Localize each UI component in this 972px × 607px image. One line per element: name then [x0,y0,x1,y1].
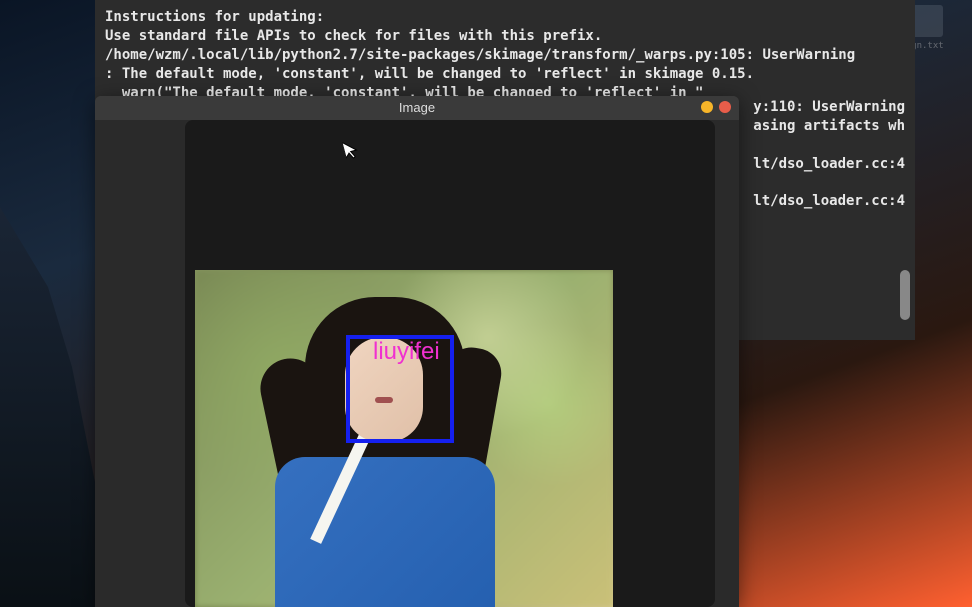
image-content-area: liuyifei [95,120,739,607]
window-titlebar[interactable]: Image [95,96,739,120]
window-controls [701,101,731,113]
close-button[interactable] [719,101,731,113]
window-title: Image [399,100,435,115]
shirt-shape [275,457,495,607]
detection-label: liuyifei [373,338,440,366]
minimize-button[interactable] [701,101,713,113]
terminal-output: Instructions for updating: Use standard … [105,8,905,102]
terminal-overflow: y:110: UserWarning asing artifacts wh lt… [753,98,905,211]
terminal-scrollbar[interactable] [900,270,910,320]
image-viewer-window[interactable]: Image liuyifei [95,96,739,607]
